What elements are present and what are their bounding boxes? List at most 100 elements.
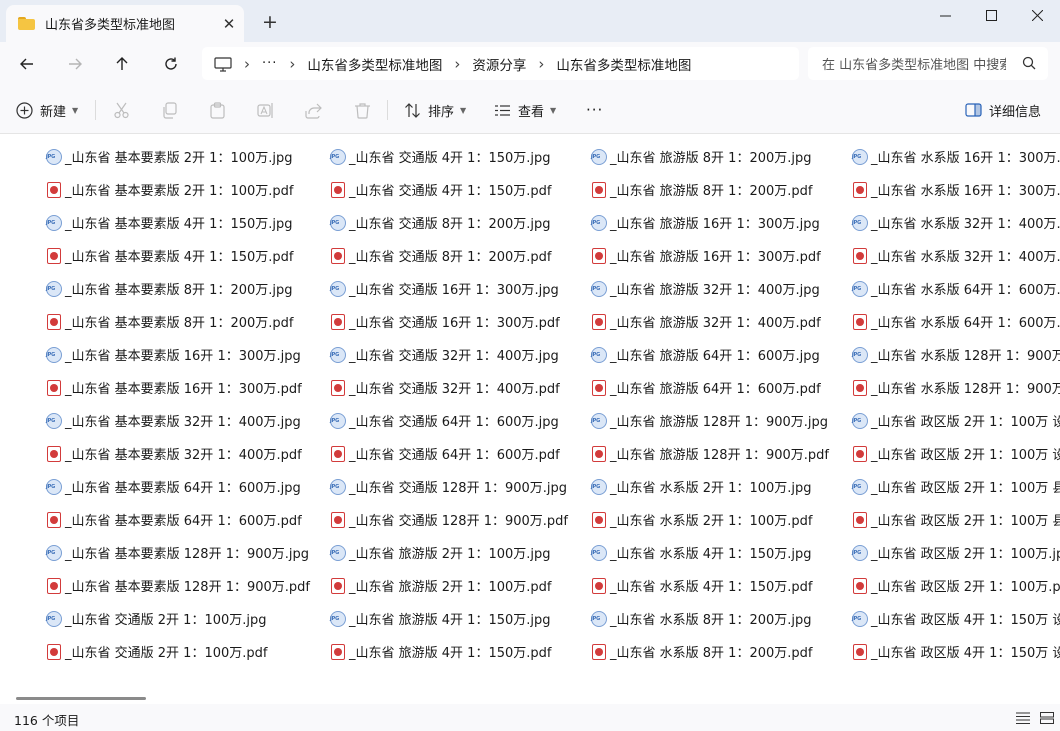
file-item[interactable]: _山东省 交通版 2开 1：100万.pdf [46,635,310,668]
file-item[interactable]: _山东省 政区版 2开 1：100万 县市区 [852,503,1060,536]
cut-button[interactable] [113,96,130,124]
file-item[interactable]: _山东省 水系版 8开 1：200万.jpg [591,602,829,635]
arrow-right-icon [69,58,82,70]
file-item[interactable]: _山东省 政区版 4开 1：150万 设区市 [852,602,1060,635]
pdf-file-icon [331,643,345,660]
up-button[interactable] [106,48,138,80]
file-item[interactable]: _山东省 旅游版 32开 1：400万.jpg [591,272,829,305]
file-item[interactable]: _山东省 水系版 16开 1：300万.pdf [852,173,1060,206]
file-item[interactable]: _山东省 水系版 32开 1：400万.pdf [852,239,1060,272]
share-button[interactable] [305,96,322,124]
file-item[interactable]: _山东省 交通版 2开 1：100万.jpg [46,602,310,635]
address-bar[interactable]: › ··· › 山东省多类型标准地图 › 资源分享 › 山东省多类型标准地图 [202,47,799,80]
file-item[interactable]: _山东省 水系版 8开 1：200万.pdf [591,635,829,668]
file-item[interactable]: _山东省 交通版 16开 1：300万.pdf [330,305,568,338]
file-item[interactable]: _山东省 旅游版 2开 1：100万.pdf [330,569,568,602]
file-item[interactable]: _山东省 水系版 64开 1：600万.pdf [852,305,1060,338]
file-item[interactable]: _山东省 交通版 4开 1：150万.pdf [330,173,568,206]
file-item[interactable]: _山东省 基本要素版 16开 1：300万.jpg [46,338,310,371]
copy-button[interactable] [161,96,178,124]
search-input[interactable]: 在 山东省多类型标准地图 中搜索 [822,54,1006,73]
file-item[interactable]: _山东省 旅游版 4开 1：150万.jpg [330,602,568,635]
file-item[interactable]: _山东省 交通版 16开 1：300万.jpg [330,272,568,305]
breadcrumb-item[interactable]: 山东省多类型标准地图 [307,54,442,74]
details-view-icon[interactable] [1016,712,1030,724]
file-item[interactable]: _山东省 政区版 2开 1：100万.jpg [852,536,1060,569]
rename-button[interactable] [257,96,274,124]
file-item[interactable]: _山东省 旅游版 16开 1：300万.jpg [591,206,829,239]
file-item[interactable]: _山东省 交通版 32开 1：400万.jpg [330,338,568,371]
file-item[interactable]: _山东省 政区版 2开 1：100万 县市区 [852,470,1060,503]
file-item[interactable]: _山东省 政区版 2开 1：100万 设区市 [852,437,1060,470]
file-name: _山东省 政区版 4开 1：150万 设区市 [871,646,1060,661]
tab-active[interactable]: 山东省多类型标准地图 ✕ [6,5,244,42]
breadcrumb-more[interactable]: ··· [262,56,277,71]
file-item[interactable]: _山东省 基本要素版 8开 1：200万.pdf [46,305,310,338]
file-item[interactable]: _山东省 交通版 8开 1：200万.pdf [330,239,568,272]
file-item[interactable]: _山东省 水系版 4开 1：150万.pdf [591,569,829,602]
file-item[interactable]: _山东省 基本要素版 32开 1：400万.jpg [46,404,310,437]
file-item[interactable]: _山东省 基本要素版 64开 1：600万.jpg [46,470,310,503]
file-item[interactable]: _山东省 旅游版 16开 1：300万.pdf [591,239,829,272]
file-item[interactable]: _山东省 基本要素版 4开 1：150万.jpg [46,206,310,239]
file-item[interactable]: _山东省 旅游版 4开 1：150万.pdf [330,635,568,668]
breadcrumb-item[interactable]: 资源分享 [472,54,526,74]
file-item[interactable]: _山东省 旅游版 8开 1：200万.pdf [591,173,829,206]
refresh-button[interactable] [155,48,187,80]
file-item[interactable]: _山东省 旅游版 128开 1：900万.jpg [591,404,829,437]
delete-button[interactable] [354,96,371,124]
search-box[interactable]: 在 山东省多类型标准地图 中搜索 [808,47,1048,80]
file-item[interactable]: _山东省 交通版 8开 1：200万.jpg [330,206,568,239]
sort-button[interactable]: 排序 ▼ [404,96,466,124]
file-item[interactable]: _山东省 交通版 128开 1：900万.pdf [330,503,568,536]
file-item[interactable]: _山东省 交通版 128开 1：900万.jpg [330,470,568,503]
forward-button[interactable] [59,48,91,80]
paste-button[interactable] [209,96,226,124]
file-item[interactable]: _山东省 水系版 64开 1：600万.jpg [852,272,1060,305]
minimize-button[interactable] [922,0,968,30]
file-item[interactable]: _山东省 水系版 32开 1：400万.jpg [852,206,1060,239]
file-item[interactable]: _山东省 旅游版 64开 1：600万.jpg [591,338,829,371]
file-item[interactable]: _山东省 交通版 64开 1：600万.jpg [330,404,568,437]
horizontal-scrollbar[interactable] [16,697,146,700]
file-item[interactable]: _山东省 基本要素版 8开 1：200万.jpg [46,272,310,305]
new-tab-button[interactable]: + [258,11,282,35]
back-button[interactable] [11,48,43,80]
tab-close-button[interactable]: ✕ [214,15,244,33]
file-item[interactable]: _山东省 水系版 4开 1：150万.jpg [591,536,829,569]
file-item[interactable]: _山东省 基本要素版 128开 1：900万.pdf [46,569,310,602]
file-item[interactable]: _山东省 旅游版 2开 1：100万.jpg [330,536,568,569]
file-item[interactable]: _山东省 水系版 128开 1：900万.jpg [852,338,1060,371]
close-window-button[interactable] [1014,0,1060,30]
details-pane-button[interactable]: 详细信息 [965,96,1041,124]
file-item[interactable]: _山东省 政区版 2开 1：100万.pdf [852,569,1060,602]
file-item[interactable]: _山东省 基本要素版 2开 1：100万.pdf [46,173,310,206]
file-item[interactable]: _山东省 政区版 4开 1：150万 设区市 [852,635,1060,668]
file-item[interactable]: _山东省 水系版 16开 1：300万.jpg [852,140,1060,173]
file-item[interactable]: _山东省 水系版 2开 1：100万.jpg [591,470,829,503]
file-item[interactable]: _山东省 交通版 64开 1：600万.pdf [330,437,568,470]
file-item[interactable]: _山东省 交通版 32开 1：400万.pdf [330,371,568,404]
file-item[interactable]: _山东省 基本要素版 4开 1：150万.pdf [46,239,310,272]
file-item[interactable]: _山东省 基本要素版 128开 1：900万.jpg [46,536,310,569]
file-item[interactable]: _山东省 基本要素版 32开 1：400万.pdf [46,437,310,470]
tiles-view-icon[interactable] [1040,712,1054,724]
view-button[interactable]: 查看 ▼ [494,96,556,124]
file-item[interactable]: _山东省 旅游版 32开 1：400万.pdf [591,305,829,338]
file-item[interactable]: _山东省 水系版 2开 1：100万.pdf [591,503,829,536]
pdf-file-icon [592,247,606,264]
file-item[interactable]: _山东省 旅游版 128开 1：900万.pdf [591,437,829,470]
breadcrumb-item[interactable]: 山东省多类型标准地图 [556,54,691,74]
maximize-button[interactable] [968,0,1014,30]
file-item[interactable]: _山东省 基本要素版 2开 1：100万.jpg [46,140,310,173]
file-item[interactable]: _山东省 基本要素版 16开 1：300万.pdf [46,371,310,404]
file-item[interactable]: _山东省 旅游版 8开 1：200万.jpg [591,140,829,173]
file-item[interactable]: _山东省 旅游版 64开 1：600万.pdf [591,371,829,404]
file-item[interactable]: _山东省 水系版 128开 1：900万.pdf [852,371,1060,404]
new-button[interactable]: 新建 ▼ [16,96,78,124]
file-item[interactable]: _山东省 基本要素版 64开 1：600万.pdf [46,503,310,536]
details-pane-icon [965,102,982,117]
file-item[interactable]: _山东省 交通版 4开 1：150万.jpg [330,140,568,173]
file-item[interactable]: _山东省 政区版 2开 1：100万 设区市 [852,404,1060,437]
more-options-button[interactable]: ··· [586,96,603,124]
